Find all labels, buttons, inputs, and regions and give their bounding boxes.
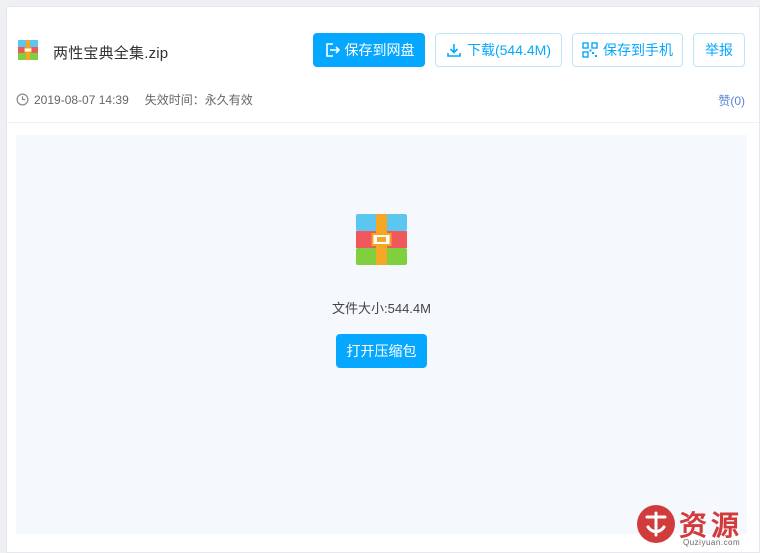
download-button[interactable]: 下载(544.4M) [435, 33, 562, 67]
report-button[interactable]: 举报 [693, 33, 745, 67]
file-meta: 2019-08-07 14:39 失效时间：永久有效 [16, 91, 253, 108]
like-link[interactable]: 赞(0) [718, 92, 745, 109]
file-size: 文件大小:544.4M [332, 301, 431, 316]
share-card: 两性宝典全集.zip 保存到网盘 下载(544.4M) 保存到手机 举报 201… [6, 6, 760, 553]
watermark-logo: 资源 Quziyuan.com [635, 500, 755, 550]
file-date: 2019-08-07 14:39 [34, 92, 129, 107]
watermark-url: Quziyuan.com [683, 538, 741, 547]
clock-icon [16, 93, 29, 106]
qr-code-icon [582, 42, 598, 58]
file-preview: 文件大小:544.4M 打开压缩包 [16, 135, 747, 534]
download-icon [447, 44, 461, 57]
file-name: 两性宝典全集.zip [53, 45, 169, 62]
phone-label: 保存到手机 [603, 42, 673, 58]
download-label: 下载(544.4M) [466, 42, 552, 58]
watermark-mark-icon [637, 505, 675, 543]
report-label: 举报 [705, 42, 733, 58]
open-archive-button[interactable]: 打开压缩包 [336, 334, 427, 368]
save-to-phone-button[interactable]: 保存到手机 [572, 33, 683, 67]
expire-time: 失效时间：永久有效 [144, 93, 253, 107]
zip-archive-icon [18, 40, 38, 60]
file-header: 两性宝典全集.zip 保存到网盘 下载(544.4M) 保存到手机 举报 201… [7, 7, 759, 123]
export-icon [325, 43, 340, 57]
zip-archive-icon [356, 214, 407, 265]
save-label: 保存到网盘 [344, 42, 415, 58]
save-to-netdisk-button[interactable]: 保存到网盘 [313, 33, 425, 67]
